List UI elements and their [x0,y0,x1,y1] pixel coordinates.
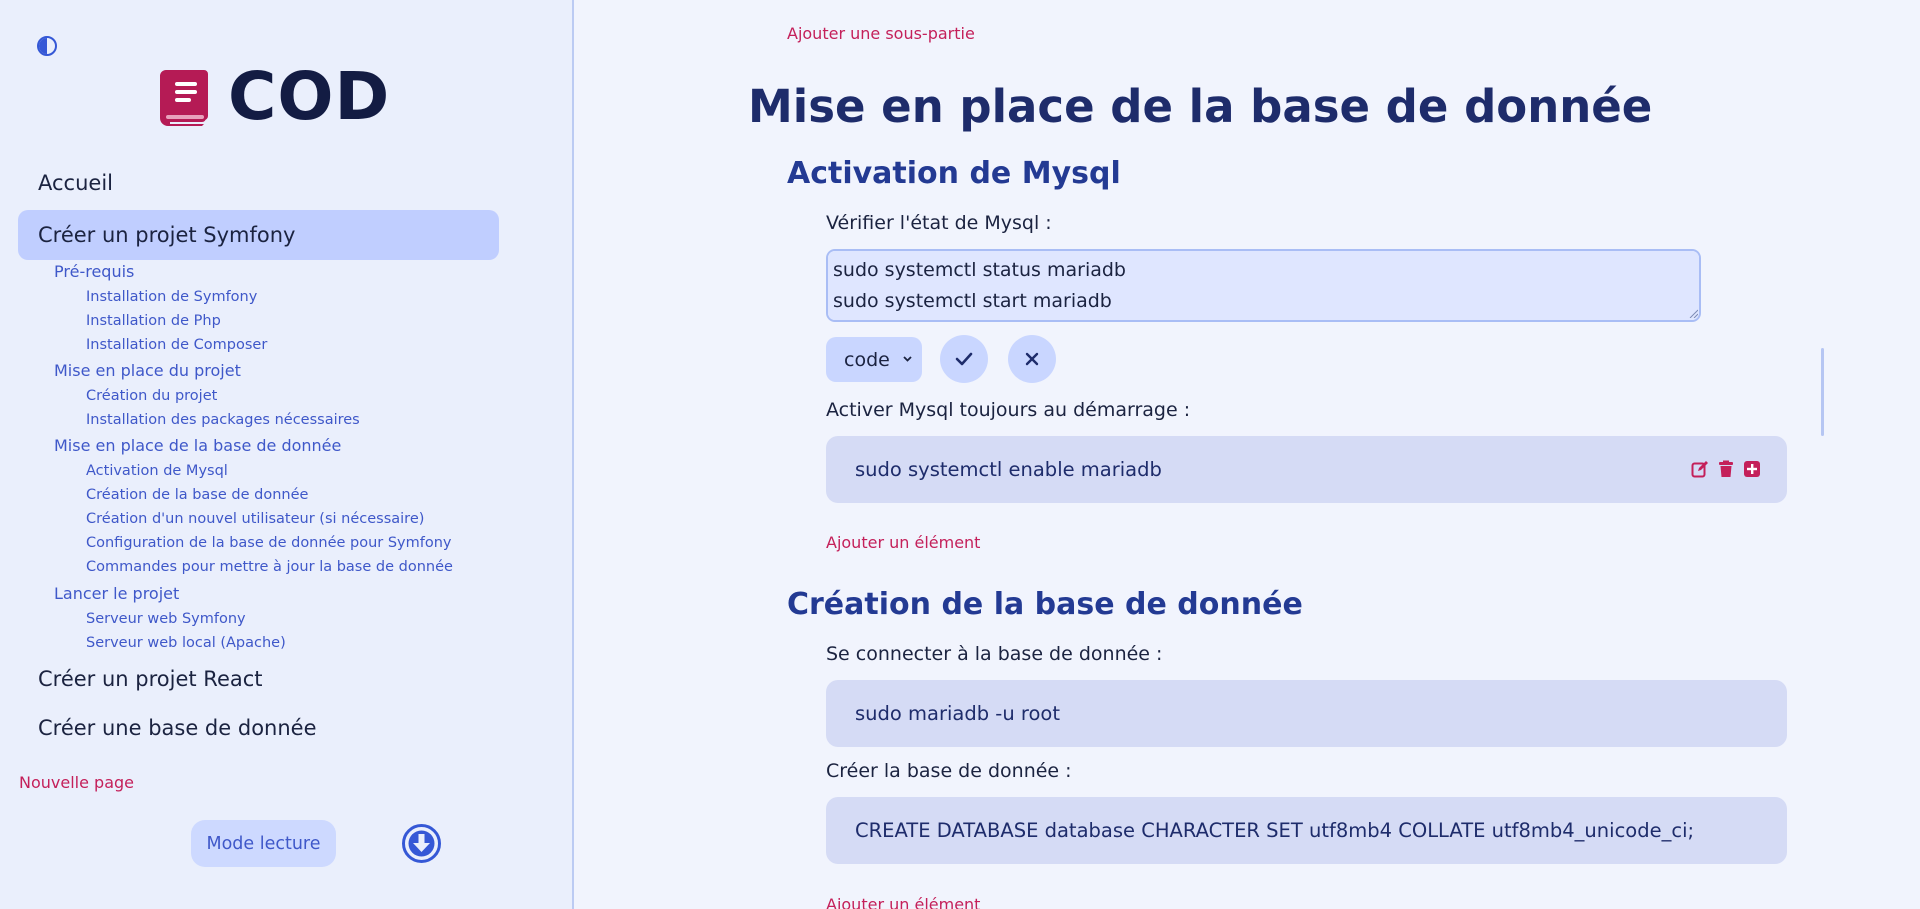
trash-icon[interactable] [1717,460,1735,478]
section-heading: Création de la base de donnée [787,587,1303,622]
nav-item-accueil[interactable]: Accueil [38,171,113,195]
element-label: Activer Mysql toujours au démarrage : [826,399,1191,421]
new-page-link[interactable]: Nouvelle page [19,773,134,792]
nav-sub-config-bdd[interactable]: Configuration de la base de donnée pour … [86,535,452,551]
nav-sub-install-composer[interactable]: Installation de Composer [86,337,267,353]
code-block: sudo systemctl enable mariadb [826,436,1787,503]
add-subpart-link[interactable]: Ajouter une sous-partie [787,24,975,43]
add-element-link[interactable]: Ajouter un élément [826,895,980,909]
nav-sub-creation-projet[interactable]: Création du projet [86,388,217,404]
nav-sub-mise-projet[interactable]: Mise en place du projet [54,361,241,380]
nav-sub-lancer[interactable]: Lancer le projet [54,584,179,603]
chevron-down-icon [903,356,912,362]
element-label: Créer la base de donnée : [826,760,1072,782]
nav-item-react[interactable]: Créer un projet React [38,667,263,691]
nav-item-bdd[interactable]: Créer une base de donnée [38,716,317,740]
type-select[interactable]: code [826,337,922,382]
confirm-button[interactable] [940,335,988,383]
check-icon [955,352,973,366]
code-text: sudo systemctl enable mariadb [855,458,1162,481]
scrollbar-thumb[interactable] [1821,348,1824,436]
close-icon [1025,352,1039,366]
theme-toggle-icon[interactable] [37,36,57,56]
nav-sub-install-packages[interactable]: Installation des packages nécessaires [86,412,360,428]
logo[interactable]: COD [158,64,390,130]
logo-text: COD [228,58,391,135]
cancel-button[interactable] [1008,335,1056,383]
code-text: CREATE DATABASE database CHARACTER SET u… [855,819,1695,842]
code-block: CREATE DATABASE database CHARACTER SET u… [826,797,1787,864]
type-select-value: code [844,348,890,371]
nav-item-symfony[interactable]: Créer un projet Symfony [18,210,499,260]
page-title: Mise en place de la base de donnée [748,80,1653,133]
sidebar: COD Accueil Créer un projet Symfony Pré-… [0,0,574,909]
nav-sub-creation-bdd[interactable]: Création de la base de donnée [86,487,308,503]
nav-sub-install-php[interactable]: Installation de Php [86,313,221,329]
code-text: sudo mariadb -u root [855,702,1060,725]
main-content: Ajouter une sous-partie Mise en place de… [576,0,1920,909]
reading-mode-button[interactable]: Mode lecture [191,820,336,867]
section-heading: Activation de Mysql [787,156,1121,191]
edit-icon[interactable] [1691,460,1709,478]
nav-sub-creation-user[interactable]: Création d'un nouvel utilisateur (si néc… [86,511,424,527]
add-square-icon[interactable] [1743,460,1761,478]
element-label: Vérifier l'état de Mysql : [826,212,1052,234]
book-icon [160,70,208,126]
download-icon[interactable] [401,823,442,864]
nav-sub-mise-bdd[interactable]: Mise en place de la base de donnée [54,436,341,455]
code-block: sudo mariadb -u root [826,680,1787,747]
code-textarea[interactable]: sudo systemctl status mariadb sudo syste… [826,249,1701,322]
resize-handle-icon[interactable] [1688,308,1698,318]
nav-sub-install-symfony[interactable]: Installation de Symfony [86,289,257,305]
nav-sub-commandes-maj[interactable]: Commandes pour mettre à jour la base de … [86,559,453,575]
nav-sub-activation-mysql[interactable]: Activation de Mysql [86,463,228,479]
nav-sub-serveur-symfony[interactable]: Serveur web Symfony [86,611,246,627]
nav-sub-serveur-local[interactable]: Serveur web local (Apache) [86,635,286,651]
add-element-link[interactable]: Ajouter un élément [826,533,980,552]
element-label: Se connecter à la base de donnée : [826,643,1163,665]
code-actions [1691,460,1761,478]
nav-sub-prerequis[interactable]: Pré-requis [54,262,134,281]
